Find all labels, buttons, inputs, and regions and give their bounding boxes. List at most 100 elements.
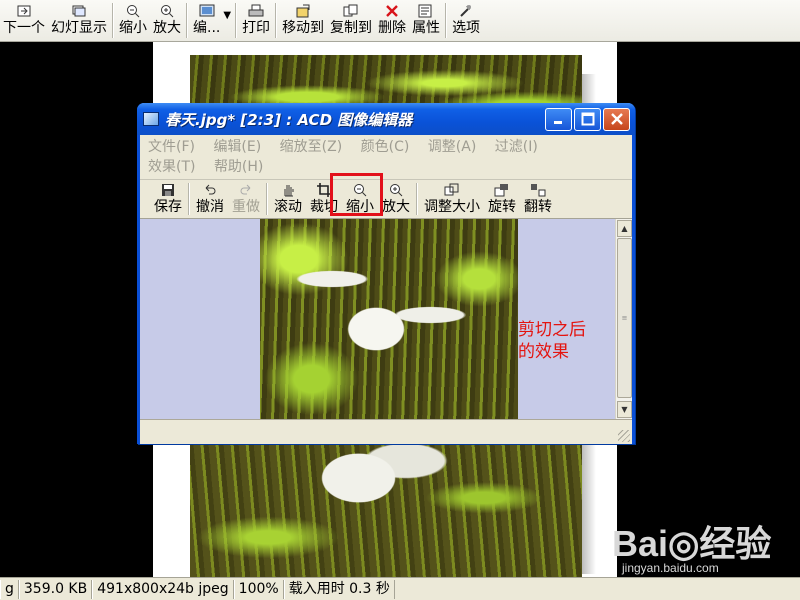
toolbar-separator bbox=[416, 183, 418, 215]
maximize-icon bbox=[581, 112, 594, 126]
watermark-url: jingyan.baidu.com bbox=[622, 561, 719, 575]
zoom-in-button[interactable]: 放大 bbox=[150, 0, 184, 41]
properties-label: 属性 bbox=[412, 20, 441, 36]
slideshow-icon bbox=[70, 3, 88, 19]
zoom-in-button[interactable]: 放大 bbox=[378, 180, 414, 218]
print-icon bbox=[247, 3, 265, 19]
undo-button[interactable]: 撤消 bbox=[192, 180, 228, 218]
menu-color[interactable]: 颜色(C) bbox=[361, 137, 410, 157]
scrollbar-thumb[interactable]: ≡ bbox=[617, 238, 632, 398]
editor-toolbar: 保存 撤消 重做 滚动 裁切 缩小 放大 调整大小 旋转 翻转 bbox=[140, 179, 632, 219]
toolbar-separator bbox=[445, 3, 448, 38]
redo-icon bbox=[237, 182, 255, 198]
menu-filter[interactable]: 过滤(I) bbox=[495, 137, 538, 157]
edited-photo bbox=[260, 219, 518, 419]
print-label: 打印 bbox=[242, 20, 271, 36]
app-icon bbox=[143, 112, 159, 126]
undo-icon bbox=[201, 182, 219, 198]
editor-status-bar bbox=[140, 419, 632, 444]
status-image-info: 491x800x24b jpeg bbox=[92, 579, 234, 599]
zoom-out-button[interactable]: 缩小 bbox=[116, 0, 150, 41]
status-bar: g 359.0 KB 491x800x24b jpeg 100% 载入用时 0.… bbox=[0, 577, 800, 600]
options-icon bbox=[457, 3, 475, 19]
toolbar-separator bbox=[275, 3, 278, 38]
slideshow-label: 幻灯显示 bbox=[51, 20, 107, 36]
save-label: 保存 bbox=[154, 199, 182, 215]
main-toolbar: 下一个 幻灯显示 缩小 放大 编... ▼ 打印 移动到 复制到 删除 属性 选… bbox=[0, 0, 800, 42]
menu-edit[interactable]: 编辑(E) bbox=[213, 137, 261, 157]
editor-title-bar[interactable]: 春天.jpg* [2:3] : ACD 图像编辑器 bbox=[137, 103, 635, 135]
menu-file[interactable]: 文件(F) bbox=[148, 137, 195, 157]
menu-help[interactable]: 帮助(H) bbox=[214, 157, 263, 177]
toolbar-separator bbox=[186, 3, 188, 38]
slideshow-button[interactable]: 幻灯显示 bbox=[48, 0, 110, 41]
flip-button[interactable]: 翻转 bbox=[520, 180, 556, 218]
minimize-icon bbox=[553, 121, 562, 124]
save-button[interactable]: 保存 bbox=[150, 180, 186, 218]
toolbar-separator bbox=[266, 183, 268, 215]
rotate-icon bbox=[493, 182, 511, 198]
redo-label: 重做 bbox=[232, 199, 260, 215]
copy-to-label: 复制到 bbox=[330, 20, 373, 36]
close-icon bbox=[610, 113, 623, 125]
next-label: 下一个 bbox=[3, 20, 45, 36]
move-to-icon bbox=[294, 3, 312, 19]
toolbar-separator bbox=[188, 183, 190, 215]
crop-annotation-text: 剪切之后 的效果 bbox=[518, 320, 586, 362]
flip-icon bbox=[529, 182, 547, 198]
redo-button[interactable]: 重做 bbox=[228, 180, 264, 218]
toolbar-separator bbox=[235, 3, 238, 38]
editor-canvas[interactable]: 剪切之后 的效果 bbox=[140, 219, 615, 419]
minimize-button[interactable] bbox=[545, 107, 572, 131]
delete-button[interactable]: 删除 bbox=[375, 0, 409, 41]
copy-to-icon bbox=[342, 3, 360, 19]
editor-title: 春天.jpg* [2:3] : ACD 图像编辑器 bbox=[165, 110, 413, 129]
resize-button[interactable]: 调整大小 bbox=[420, 180, 484, 218]
delete-label: 删除 bbox=[378, 20, 407, 36]
maximize-button[interactable] bbox=[574, 107, 601, 131]
toolbar-separator bbox=[112, 3, 114, 38]
undo-label: 撤消 bbox=[196, 199, 224, 215]
zoom-in-label: 放大 bbox=[382, 199, 410, 215]
editor-menu-bar: 文件(F) 编辑(E) 缩放至(Z) 颜色(C) 调整(A) 过滤(I) 效果(… bbox=[140, 135, 632, 179]
scroll-button[interactable]: 滚动 bbox=[270, 180, 306, 218]
watermark-logo: Bai◎经验 bbox=[612, 523, 772, 564]
edit-label: 编... bbox=[193, 20, 221, 36]
move-to-label: 移动到 bbox=[282, 20, 325, 36]
resize-label: 调整大小 bbox=[424, 199, 480, 215]
status-zoom: 100% bbox=[233, 579, 284, 599]
scroll-down-icon[interactable]: ▼ bbox=[617, 401, 632, 418]
resize-grip-icon[interactable] bbox=[618, 430, 630, 442]
zoom-in-icon bbox=[387, 182, 405, 198]
zoom-in-icon bbox=[158, 3, 176, 19]
scroll-up-icon[interactable]: ▲ bbox=[617, 220, 632, 237]
properties-button[interactable]: 属性 bbox=[409, 0, 443, 41]
print-button[interactable]: 打印 bbox=[239, 0, 273, 41]
zoom-out-icon bbox=[124, 3, 142, 19]
rotate-label: 旋转 bbox=[488, 199, 516, 215]
vertical-scrollbar[interactable]: ▲ ≡ ▼ bbox=[615, 219, 632, 419]
options-button[interactable]: 选项 bbox=[449, 0, 483, 41]
crop-button-highlight bbox=[330, 173, 383, 216]
menu-adjust[interactable]: 调整(A) bbox=[428, 137, 477, 157]
next-button[interactable]: 下一个 bbox=[0, 0, 48, 41]
copy-to-button[interactable]: 复制到 bbox=[327, 0, 375, 41]
status-load-time: 载入用时 0.3 秒 bbox=[283, 579, 395, 599]
rotate-button[interactable]: 旋转 bbox=[484, 180, 520, 218]
image-editor-window: 春天.jpg* [2:3] : ACD 图像编辑器 文件(F) 编辑(E) 缩放… bbox=[137, 103, 635, 444]
options-label: 选项 bbox=[452, 20, 481, 36]
menu-zoom-to[interactable]: 缩放至(Z) bbox=[280, 137, 343, 157]
edit-dropdown-arrow-icon[interactable]: ▼ bbox=[223, 0, 233, 41]
edit-icon bbox=[198, 3, 216, 19]
properties-icon bbox=[417, 3, 435, 19]
flip-label: 翻转 bbox=[524, 199, 552, 215]
delete-icon bbox=[383, 3, 401, 19]
move-to-button[interactable]: 移动到 bbox=[279, 0, 327, 41]
zoom-out-label: 缩小 bbox=[119, 20, 147, 36]
close-button[interactable] bbox=[603, 107, 630, 131]
next-icon bbox=[15, 3, 33, 19]
edit-button[interactable]: 编... bbox=[190, 0, 223, 41]
menu-effects[interactable]: 效果(T) bbox=[148, 157, 195, 177]
baidu-jingyan-watermark: Bai◎经验 jingyan.baidu.com bbox=[612, 515, 800, 575]
viewer-photo-bottom bbox=[190, 445, 582, 577]
